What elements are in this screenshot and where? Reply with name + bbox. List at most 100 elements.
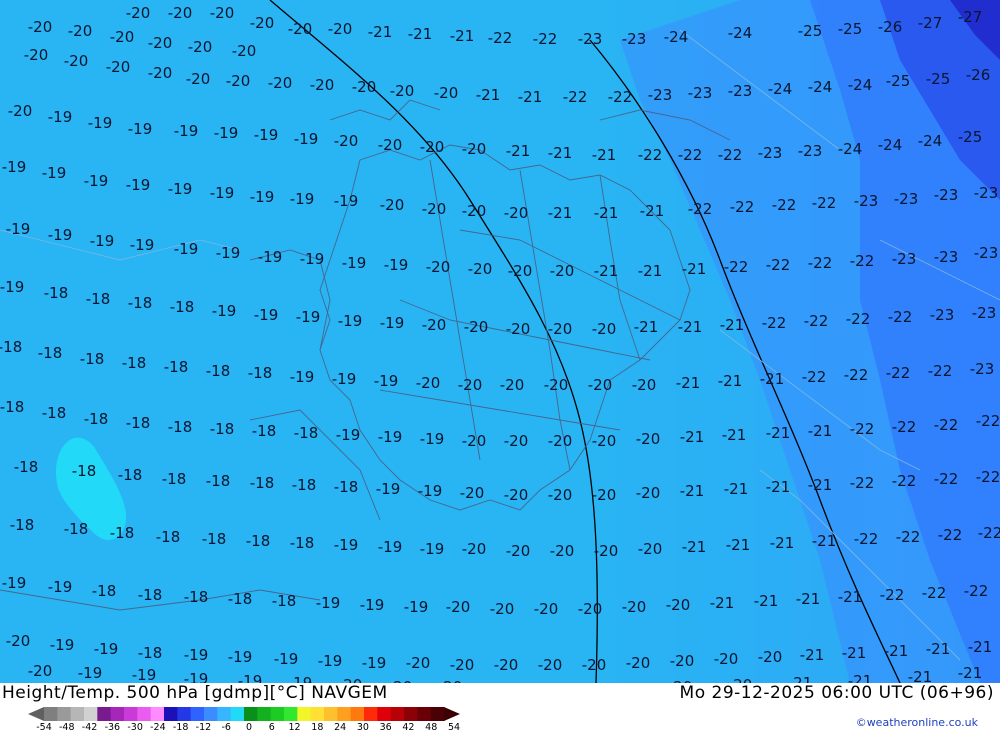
temperature-label: -20 (494, 656, 519, 674)
temperature-label: -19 (254, 306, 279, 324)
scale-swatch (57, 707, 72, 721)
temperature-label: -20 (390, 82, 415, 100)
temperature-label: -20 (446, 598, 471, 616)
temperature-label: -19 (184, 646, 209, 664)
weather-map: -20 -20 -20 -20 -20 -20 -21 -21 -21 -22 -22 -23 -23-… (0, 0, 1000, 683)
temperature-label: -19 (184, 670, 209, 683)
temperature-label: -19 (48, 226, 73, 244)
temperature-label: -20 (548, 432, 573, 450)
temperature-label: -19 (48, 108, 73, 126)
temperature-label: -18 (162, 470, 187, 488)
scale-swatch (44, 707, 58, 721)
temperature-label: -19 (2, 574, 27, 592)
temperature-label: -21 (848, 672, 873, 683)
temperature-label: -19 (216, 244, 241, 262)
color-scale-ticks: -54 -48 -42 -36 -30 -24 -18 -12 -6 0 6 12 18 24 30 36 42… (34, 722, 474, 733)
temperature-label: -22 (808, 254, 833, 272)
temperature-label: -22 (802, 368, 827, 386)
temperature-label: -23 (934, 186, 959, 204)
temperature-label: -20 (758, 648, 783, 666)
scale-tick-label: -24 (150, 722, 166, 733)
temperature-label: -19 (376, 480, 401, 498)
temperature-label: -21 (676, 374, 701, 392)
temperature-label: -20 (148, 64, 173, 82)
temperature-label: -18 (168, 418, 193, 436)
temperature-label: -22 (846, 310, 871, 328)
temperature-label: -20 (434, 84, 459, 102)
scale-tick-label: -48 (59, 722, 75, 733)
temperature-label: -21 (476, 86, 501, 104)
temperature-label: -25 (926, 70, 951, 88)
scale-swatch (110, 707, 125, 721)
temperature-label: -20 (636, 430, 661, 448)
scale-tick-label: 36 (379, 722, 392, 733)
temperature-label: -18 (138, 644, 163, 662)
temperature-label: -21 (594, 262, 619, 280)
temperature-label: -27 (958, 8, 983, 26)
temperature-label: -21 (800, 646, 825, 664)
temperature-label: -18 (122, 354, 147, 372)
temperature-label: -18 (64, 520, 89, 538)
temperature-label: -20 (534, 600, 559, 618)
scale-swatch (164, 707, 178, 721)
temperature-label: -21 (592, 146, 617, 164)
temperature-label: -20 (28, 18, 53, 36)
temperature-label: -19 (6, 220, 31, 238)
temperature-label: -19 (336, 426, 361, 444)
temperature-label: -20 (422, 316, 447, 334)
temperature-label: -19 (126, 176, 151, 194)
temperature-label: -25 (798, 22, 823, 40)
temperature-label: -19 (318, 652, 343, 670)
temperature-label: -18 (126, 414, 151, 432)
temperature-label: -20 (500, 376, 525, 394)
temperature-label: -22 (934, 470, 959, 488)
temperature-label: -21 (726, 536, 751, 554)
temperature-label: -20 (328, 20, 353, 38)
temperature-label: -20 (548, 320, 573, 338)
temperature-label: -20 (68, 22, 93, 40)
temperature-label: -21 (638, 262, 663, 280)
temperature-label: -19 (84, 172, 109, 190)
temperature-label: -20 (592, 432, 617, 450)
temperature-label: -20 (462, 140, 487, 158)
temperature-label: -23 (930, 306, 955, 324)
temperature-label: -22 (718, 146, 743, 164)
temperature-label: -22 (812, 194, 837, 212)
scale-tick-label: 48 (425, 722, 438, 733)
temperature-label: -20 (188, 38, 213, 56)
temperature-label: -19 (228, 648, 253, 666)
temperature-label: -21 (594, 204, 619, 222)
temperature-label: -20 (626, 654, 651, 672)
temperature-label: -21 (710, 594, 735, 612)
temperature-label: -20 (232, 42, 257, 60)
temperature-label: -21 (682, 260, 707, 278)
temperature-label: -20 (148, 34, 173, 52)
temperature-label: -20 (338, 676, 363, 683)
temperature-label: -19 (274, 650, 299, 668)
temperature-label: -20 (420, 138, 445, 156)
temperature-label: -22 (488, 29, 513, 47)
temperature-label: -19 (420, 540, 445, 558)
scale-tick-label: 30 (356, 722, 369, 733)
temperature-label: -20 (250, 14, 275, 32)
temperature-label: -23 (648, 86, 673, 104)
temperature-label: -22 (678, 146, 703, 164)
temperature-label: -19 (50, 636, 75, 654)
temperature-label: -18 (202, 530, 227, 548)
temperature-label: -18 (294, 424, 319, 442)
credit-link[interactable]: ©weatheronline.co.uk (856, 716, 978, 729)
temperature-label: -18 (0, 338, 22, 356)
temperature-label: -22 (563, 88, 588, 106)
temperature-label: -20 (582, 656, 607, 674)
temperature-label: -22 (886, 364, 911, 382)
temperature-label: -19 (362, 654, 387, 672)
temperature-label: -19 (404, 598, 429, 616)
map-title: Height/Temp. 500 hPa [gdmp][°C] NAVGEM (2, 683, 388, 703)
scale-tick-label: 0 (245, 722, 253, 733)
scale-swatch (364, 707, 378, 721)
temperature-label: -19 (128, 120, 153, 138)
temperature-label: -19 (342, 254, 367, 272)
temperature-label: -20 (64, 52, 89, 70)
temperature-label: -20 (544, 376, 569, 394)
temperature-label: -23 (758, 144, 783, 162)
